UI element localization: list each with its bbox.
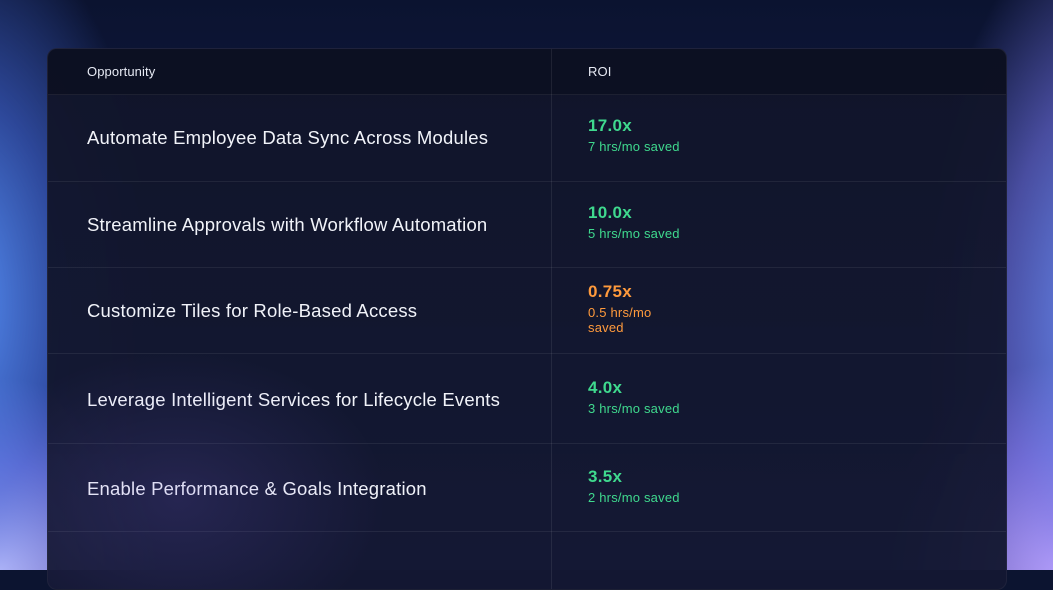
hours-saved: 3 hrs/mo saved [588, 401, 680, 416]
opportunity-label: Automate Employee Data Sync Across Modul… [87, 127, 489, 148]
hours-saved: 5 hrs/mo saved [588, 226, 680, 241]
opportunity-label: Leverage Intelligent Services for Lifecy… [87, 389, 501, 410]
column-header-opportunity[interactable]: Opportunity [87, 64, 155, 79]
roi-cell: 0.75x 0.5 hrs/mo saved [588, 282, 668, 335]
roi-value: 17.0x [588, 116, 633, 135]
hours-saved: 2 hrs/mo saved [588, 490, 680, 505]
table-row[interactable]: Automate Employee Data Sync Across Modul… [48, 94, 1006, 182]
column-header-roi[interactable]: ROI [588, 64, 611, 79]
hours-saved: 7 hrs/mo saved [588, 139, 680, 154]
roi-value: 4.0x [588, 378, 623, 397]
table-row[interactable]: Streamline Approvals with Workflow Autom… [48, 181, 1006, 268]
roi-cell: 10.0x 5 hrs/mo saved [588, 203, 698, 241]
table-header: Opportunity ROI [48, 49, 1006, 95]
roi-table: Opportunity ROI Automate Employee Data S… [47, 48, 1007, 590]
roi-cell: 4.0x 3 hrs/mo saved [588, 378, 698, 416]
table-row[interactable]: Customize Tiles for Role-Based Access 0.… [48, 267, 1006, 354]
table-row[interactable]: Enable Performance & Goals Integration 3… [48, 443, 1006, 532]
roi-value: 3.5x [588, 467, 623, 486]
table-row[interactable]: Leverage Intelligent Services for Lifecy… [48, 353, 1006, 444]
roi-value: 0.75x [588, 282, 633, 301]
roi-cell: 17.0x 7 hrs/mo saved [588, 116, 698, 154]
opportunity-label: Enable Performance & Goals Integration [87, 478, 427, 499]
roi-value: 10.0x [588, 203, 633, 222]
opportunity-label: Customize Tiles for Role-Based Access [87, 300, 418, 321]
hours-saved: 0.5 hrs/mo saved [588, 305, 652, 335]
table-row[interactable] [48, 531, 1006, 589]
opportunity-label: Streamline Approvals with Workflow Autom… [87, 214, 488, 235]
roi-cell: 3.5x 2 hrs/mo saved [588, 467, 698, 505]
column-divider [551, 49, 552, 589]
